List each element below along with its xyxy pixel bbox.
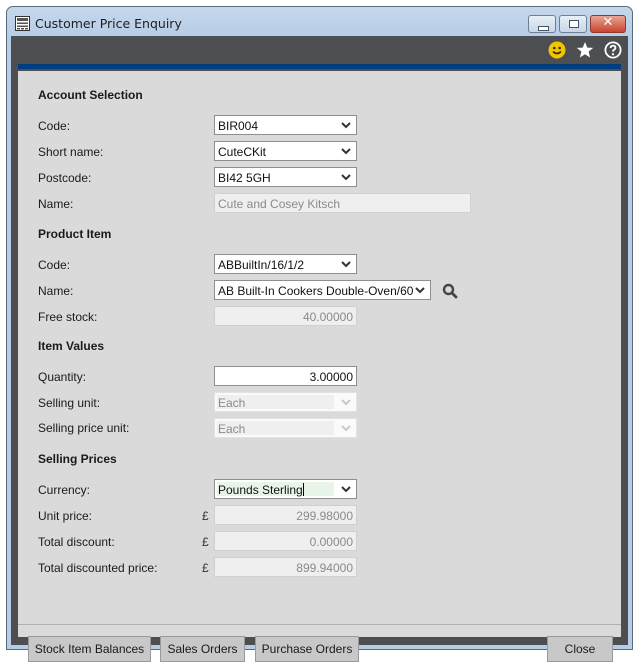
unit-price-value: 299.98000 [296,509,353,523]
stock-item-balances-button[interactable]: Stock Item Balances [28,636,151,662]
section-title-product-item: Product Item [38,227,112,241]
currency-label: Currency: [38,483,91,497]
smiley-icon[interactable] [548,41,566,59]
chevron-down-icon [341,174,351,181]
enquiry-form: Account Selection Code: BIR004 Short nam… [18,71,621,662]
total-discount-label: Total discount: [38,535,115,549]
sales-orders-button[interactable]: Sales Orders [160,636,245,662]
close-button[interactable]: Close [547,636,613,662]
postcode-select[interactable]: BI42 5GH [214,167,357,187]
account-code-label: Code: [38,119,71,133]
chevron-down-icon [341,261,351,268]
header-accent-band [18,64,621,69]
short-name-value: CuteCKit [218,145,267,159]
chevron-down-icon [341,122,351,129]
minimize-icon [538,26,549,31]
product-name-label: Name: [38,284,74,298]
account-name-label: Name: [38,197,74,211]
selling-price-unit-select: Each [214,418,357,438]
customer-price-enquiry-window: Customer Price Enquiry ✕ Account Selecti… [6,6,633,662]
section-title-item-values: Item Values [38,339,105,353]
product-name-value: AB Built-In Cookers Double-Oven/600mm [218,284,413,298]
postcode-value: BI42 5GH [218,171,271,185]
chevron-down-icon [341,148,351,155]
selling-price-unit-label: Selling price unit: [38,421,130,435]
free-stock-field: 40.00000 [214,306,357,326]
short-name-label: Short name: [38,145,104,159]
currency-select[interactable]: Pounds Sterling [214,479,357,499]
calculator-icon [15,16,30,31]
selling-unit-value: Each [218,396,246,410]
account-code-value: BIR004 [218,119,259,133]
product-code-value: ABBuiltIn/16/1/2 [218,258,305,272]
postcode-label: Postcode: [38,171,92,185]
selling-price-unit-value: Each [218,422,246,436]
account-name-value: Cute and Cosey Kitsch [218,197,341,211]
currency-value: Pounds Sterling [218,483,303,497]
footer-divider [18,624,621,625]
quantity-input[interactable]: 3.00000 [214,366,357,386]
maximize-icon [569,20,579,28]
text-caret [302,483,304,496]
currency-symbol: £ [202,561,209,575]
account-code-select[interactable]: BIR004 [214,115,357,135]
free-stock-label: Free stock: [38,310,98,324]
short-name-select[interactable]: CuteCKit [214,141,357,161]
total-discounted-price-value: 899.94000 [296,561,353,575]
product-code-label: Code: [38,258,71,272]
selling-unit-label: Selling unit: [38,396,101,410]
purchase-orders-button[interactable]: Purchase Orders [255,636,359,662]
search-icon[interactable] [442,283,458,299]
product-code-select[interactable]: ABBuiltIn/16/1/2 [214,254,357,274]
product-name-select[interactable]: AB Built-In Cookers Double-Oven/600mm [214,280,431,300]
chevron-down-icon [415,287,425,294]
total-discount-value: 0.00000 [309,535,353,549]
title-bar[interactable]: Customer Price Enquiry ✕ [7,7,632,37]
section-title-selling-prices: Selling Prices [38,452,117,466]
content-frame: Account Selection Code: BIR004 Short nam… [11,36,628,662]
total-discounted-price-field: 899.94000 [214,557,357,577]
close-icon: ✕ [602,15,614,30]
free-stock-value: 40.00000 [302,310,353,324]
quantity-label: Quantity: [38,370,87,384]
unit-price-field: 299.98000 [214,505,357,525]
chevron-down-icon [341,425,351,432]
unit-price-label: Unit price: [38,509,93,523]
total-discounted-price-label: Total discounted price: [38,561,158,575]
total-discount-field: 0.00000 [214,531,357,551]
section-title-account-selection: Account Selection [38,88,143,102]
currency-symbol: £ [202,535,209,549]
star-icon[interactable] [576,41,594,59]
toolbar [548,41,622,61]
chevron-down-icon [341,486,351,493]
help-icon[interactable] [604,41,622,59]
close-window-button[interactable]: ✕ [590,15,626,33]
currency-symbol: £ [202,509,209,523]
minimize-button[interactable] [528,15,556,33]
maximize-button[interactable] [559,15,587,33]
chevron-down-icon [341,399,351,406]
selling-unit-select: Each [214,392,357,412]
account-name-field: Cute and Cosey Kitsch [214,193,471,213]
quantity-value: 3.00000 [309,370,353,384]
window-title: Customer Price Enquiry [35,16,182,31]
